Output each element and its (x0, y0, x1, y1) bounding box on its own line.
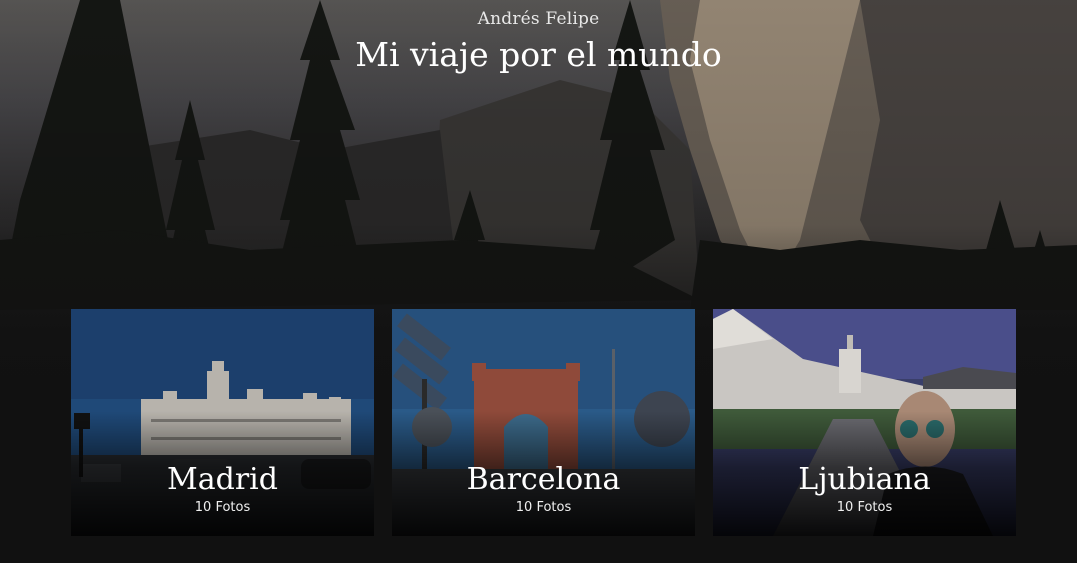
album-caption: Madrid 10 Fotos (71, 462, 374, 518)
album-card-madrid[interactable]: Madrid 10 Fotos (71, 309, 374, 536)
album-name: Ljubiana (798, 462, 931, 497)
album-photo-count: 10 Fotos (836, 500, 893, 515)
page-title: Mi viaje por el mundo (355, 35, 722, 74)
album-caption: Barcelona 10 Fotos (392, 462, 695, 518)
album-photo-count: 10 Fotos (194, 500, 251, 515)
album-card-barcelona[interactable]: Barcelona 10 Fotos (392, 309, 695, 536)
album-grid: Madrid 10 Fotos Barcelona 10 Fotos Ljubi… (71, 309, 1016, 536)
author-name: Andrés Felipe (477, 9, 600, 29)
album-name: Madrid (167, 462, 278, 497)
album-caption: Ljubiana 10 Fotos (713, 462, 1016, 518)
album-photo-count: 10 Fotos (515, 500, 572, 515)
album-name: Barcelona (466, 462, 621, 497)
page-header: Andrés Felipe Mi viaje por el mundo (0, 6, 1077, 78)
album-card-ljubiana[interactable]: Ljubiana 10 Fotos (713, 309, 1016, 536)
